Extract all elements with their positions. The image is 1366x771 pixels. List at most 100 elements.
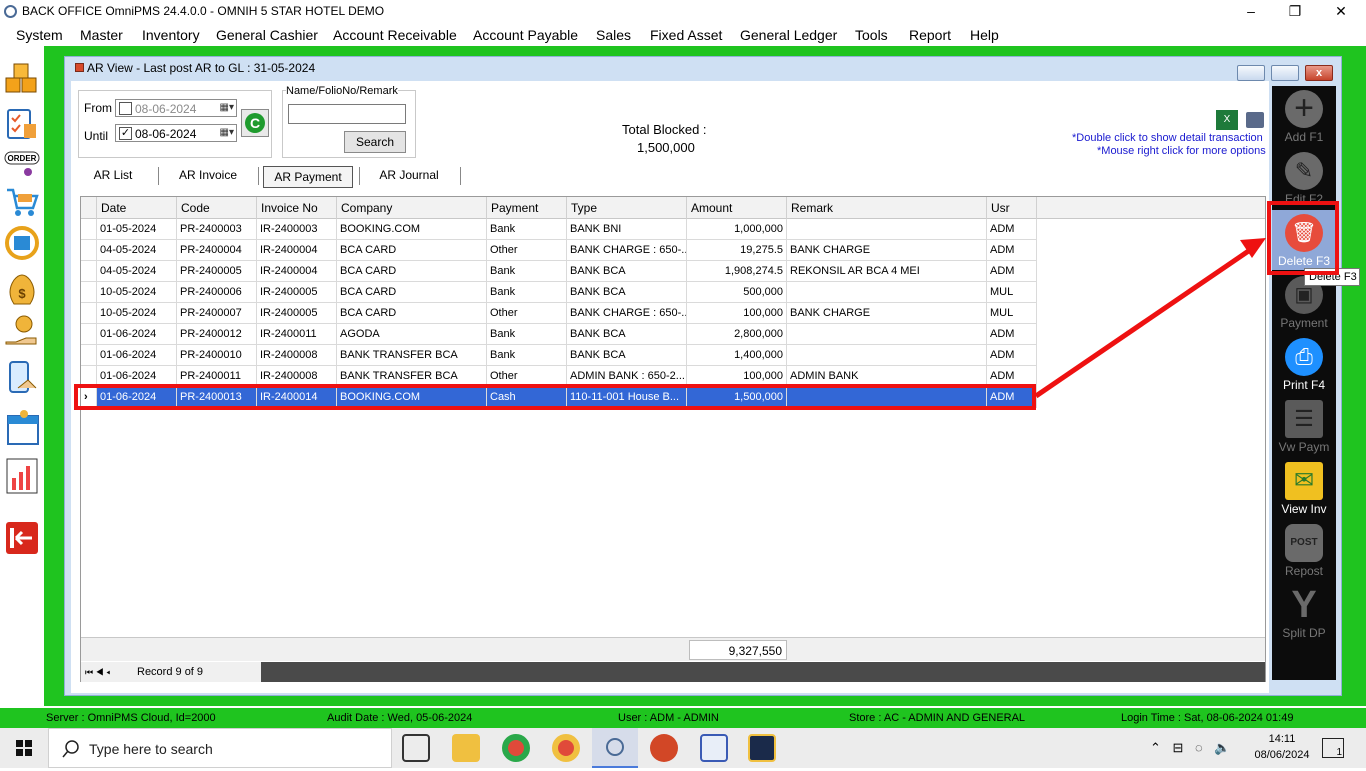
notification-icon[interactable]: 1 <box>1322 738 1344 758</box>
cell-invoice-no[interactable]: IR-2400011 <box>257 324 337 345</box>
hand-money-icon[interactable] <box>4 312 40 350</box>
minimize-button[interactable]: – <box>1228 0 1274 24</box>
cell-date[interactable]: 10-05-2024 <box>97 282 177 303</box>
cell-company[interactable]: BCA CARD <box>337 282 487 303</box>
until-date-checkbox[interactable]: ✓ <box>119 127 132 140</box>
cell-remark[interactable]: BANK CHARGE <box>787 240 987 261</box>
cell-code[interactable]: PR-2400010 <box>177 345 257 366</box>
cell-code[interactable]: PR-2400004 <box>177 240 257 261</box>
cell-type[interactable]: BANK CHARGE : 650-... <box>567 303 687 324</box>
cell-company[interactable]: BCA CARD <box>337 240 487 261</box>
cell-invoice-no[interactable]: IR-2400005 <box>257 303 337 324</box>
calendar-dropdown-icon[interactable]: ▦▾ <box>220 127 234 138</box>
col-invoice-no[interactable]: Invoice No <box>257 197 337 219</box>
chart-icon[interactable] <box>4 456 40 494</box>
powerpoint-icon[interactable] <box>650 734 678 762</box>
cell-company[interactable]: BOOKING.COM <box>337 219 487 240</box>
cell-date[interactable]: 04-05-2024 <box>97 240 177 261</box>
menu-general-cashier[interactable]: General Cashier <box>216 27 318 43</box>
cell-invoice-no[interactable]: IR-2400005 <box>257 282 337 303</box>
app-icon[interactable] <box>748 734 776 762</box>
cell-amount[interactable]: 100,000 <box>687 303 787 324</box>
col-code[interactable]: Code <box>177 197 257 219</box>
menu-help[interactable]: Help <box>970 27 999 43</box>
money-bag-icon[interactable]: $ <box>4 268 40 306</box>
cell-type[interactable]: BANK BCA <box>567 345 687 366</box>
table-row[interactable]: 04-05-2024 PR-2400004 IR-2400004 BCA CARD Ot… <box>81 240 1037 261</box>
menu-account-receivable[interactable]: Account Receivable <box>333 27 457 43</box>
first-prev-icons[interactable]: ⏮ ◀ ◂ <box>85 662 110 682</box>
table-row[interactable]: 10-05-2024 PR-2400007 IR-2400005 BCA CARD Ot… <box>81 303 1037 324</box>
child-maximize-button[interactable] <box>1271 65 1299 81</box>
cell-code[interactable]: PR-2400005 <box>177 261 257 282</box>
search-input[interactable] <box>288 104 406 124</box>
menu-report[interactable]: Report <box>909 27 951 43</box>
cell-payment[interactable]: Bank <box>487 324 567 345</box>
cell-amount[interactable]: 2,800,000 <box>687 324 787 345</box>
cell-amount[interactable]: 19,275.5 <box>687 240 787 261</box>
cell-code[interactable]: PR-2400003 <box>177 219 257 240</box>
boxes-icon[interactable] <box>4 60 40 98</box>
cell-type[interactable]: BANK BCA <box>567 261 687 282</box>
cell-code[interactable]: PR-2400006 <box>177 282 257 303</box>
cell-date[interactable]: 01-06-2024 <box>97 345 177 366</box>
cell-usr[interactable]: ADM <box>987 240 1037 261</box>
table-row[interactable]: 01-06-2024 PR-2400012 IR-2400011 AGODA Bank B… <box>81 324 1037 345</box>
row-indicator[interactable] <box>81 219 97 240</box>
windows-start-icon[interactable] <box>0 728 48 768</box>
tab-ar-invoice[interactable]: AR Invoice <box>172 165 244 187</box>
omnipms-icon[interactable] <box>592 728 638 768</box>
refresh-button[interactable]: C <box>241 109 269 137</box>
col-remark[interactable]: Remark <box>787 197 987 219</box>
repost-button[interactable]: POST Repost <box>1272 520 1336 580</box>
cell-remark[interactable]: BANK CHARGE <box>787 303 987 324</box>
system-tray-icons[interactable]: ⌃ ⊟ ◌ 🔈 <box>1150 740 1235 756</box>
table-row[interactable]: 01-06-2024 PR-2400010 IR-2400008 BANK TRANS… <box>81 345 1037 366</box>
edit-button[interactable]: ✎ Edit F2 <box>1272 148 1336 208</box>
col-date[interactable]: Date <box>97 197 177 219</box>
menu-system[interactable]: System <box>16 27 63 43</box>
menu-general-ledger[interactable]: General Ledger <box>740 27 837 43</box>
tab-ar-payment[interactable]: AR Payment <box>263 166 353 188</box>
row-indicator[interactable] <box>81 345 97 366</box>
file-explorer-icon[interactable] <box>452 734 480 762</box>
cell-company[interactable]: BANK TRANSFER BCA <box>337 345 487 366</box>
cell-type[interactable]: BANK BCA <box>567 282 687 303</box>
menu-sales[interactable]: Sales <box>596 27 631 43</box>
cell-remark[interactable] <box>787 219 987 240</box>
print-icon[interactable] <box>1246 112 1264 128</box>
cell-company[interactable]: AGODA <box>337 324 487 345</box>
child-minimize-button[interactable] <box>1237 65 1265 81</box>
cell-date[interactable]: 01-06-2024 <box>97 324 177 345</box>
view-invoice-button[interactable]: ✉ View Inv <box>1272 458 1336 518</box>
cell-usr[interactable]: ADM <box>987 261 1037 282</box>
cell-payment[interactable]: Bank <box>487 345 567 366</box>
row-indicator[interactable] <box>81 240 97 261</box>
menu-fixed-asset[interactable]: Fixed Asset <box>650 27 722 43</box>
cell-payment[interactable]: Other <box>487 303 567 324</box>
cell-company[interactable]: BCA CARD <box>337 261 487 282</box>
cell-code[interactable]: PR-2400012 <box>177 324 257 345</box>
split-dp-button[interactable]: Y Split DP <box>1272 582 1336 642</box>
cell-usr[interactable]: ADM <box>987 219 1037 240</box>
col-amount[interactable]: Amount <box>687 197 787 219</box>
maximize-button[interactable]: ❐ <box>1272 0 1318 24</box>
taskbar-clock[interactable]: 14:11 08/06/2024 <box>1254 731 1310 763</box>
col-company[interactable]: Company <box>337 197 487 219</box>
cell-payment[interactable]: Other <box>487 240 567 261</box>
taskbar-search[interactable]: Type here to search <box>48 728 392 768</box>
table-row[interactable]: 04-05-2024 PR-2400005 IR-2400004 BCA CARD Ba… <box>81 261 1037 282</box>
cell-usr[interactable]: ADM <box>987 324 1037 345</box>
print-button[interactable]: ⎙ Print F4 <box>1272 334 1336 394</box>
col-type[interactable]: Type <box>567 197 687 219</box>
menu-inventory[interactable]: Inventory <box>142 27 200 43</box>
table-row[interactable]: 01-05-2024 PR-2400003 IR-2400003 BOOKING.CO… <box>81 219 1037 240</box>
cell-invoice-no[interactable]: IR-2400008 <box>257 345 337 366</box>
cell-amount[interactable]: 1,908,274.5 <box>687 261 787 282</box>
search-button[interactable]: Search <box>344 131 406 153</box>
cell-remark[interactable] <box>787 345 987 366</box>
close-button[interactable]: ✕ <box>1318 0 1364 24</box>
tab-ar-list[interactable]: AR List <box>84 165 142 187</box>
mobile-payment-icon[interactable] <box>4 358 40 396</box>
cell-company[interactable]: BCA CARD <box>337 303 487 324</box>
